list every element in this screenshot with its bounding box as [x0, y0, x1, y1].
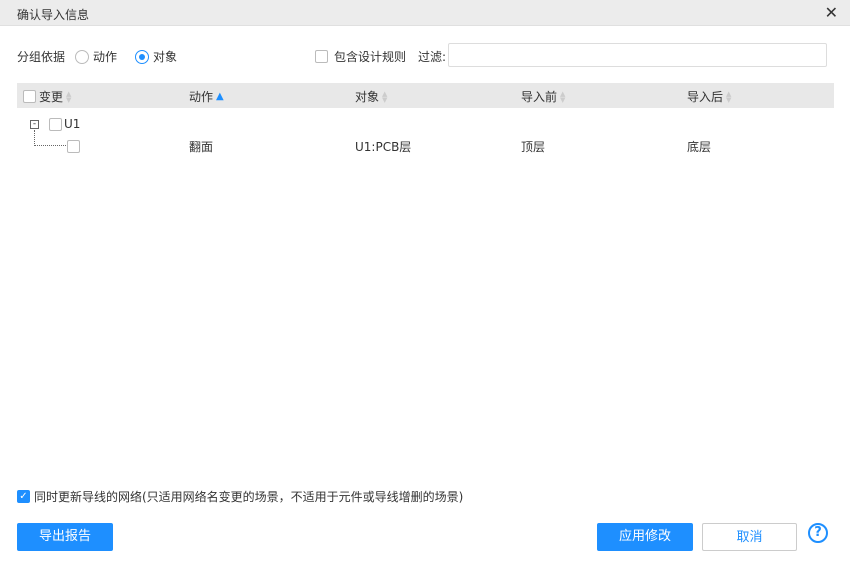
- sort-asc-icon[interactable]: ▲: [216, 91, 224, 101]
- group-checkbox[interactable]: [49, 118, 62, 131]
- sort-icon[interactable]: ▲ ▼: [726, 90, 731, 103]
- update-nets-label[interactable]: 同时更新导线的网络(只适用网络名变更的场景，不适用于元件或导线增删的场景): [34, 488, 463, 505]
- column-label: 变更: [39, 90, 64, 104]
- sort-icon[interactable]: ▲ ▼: [382, 90, 387, 103]
- close-icon[interactable]: ✕: [825, 3, 838, 22]
- column-label: 动作: [189, 90, 214, 104]
- radio-object[interactable]: [135, 49, 150, 64]
- sort-icon[interactable]: ▲ ▼: [66, 90, 71, 103]
- radio-object-label[interactable]: 对象: [153, 48, 177, 65]
- radio-action-label[interactable]: 动作: [93, 48, 117, 65]
- row-checkbox[interactable]: [67, 140, 80, 153]
- export-report-button[interactable]: 导出报告: [17, 523, 113, 551]
- column-label: 导入前: [521, 90, 558, 104]
- column-action[interactable]: 动作 ▲: [189, 88, 224, 105]
- update-nets: ✓ 同时更新导线的网络(只适用网络名变更的场景，不适用于元件或导线增删的场景): [17, 488, 463, 505]
- column-label: 对象: [355, 90, 380, 104]
- tree-connector: [34, 130, 66, 146]
- update-nets-checkbox[interactable]: ✓: [17, 490, 30, 503]
- column-before[interactable]: 导入前 ▲ ▼: [521, 88, 565, 105]
- column-label: 导入后: [687, 90, 724, 104]
- column-object[interactable]: 对象 ▲ ▼: [355, 88, 387, 105]
- column-change[interactable]: 变更 ▲ ▼: [23, 88, 71, 105]
- collapse-icon[interactable]: -: [30, 120, 39, 129]
- filter-label: 过滤:: [418, 50, 447, 64]
- column-after[interactable]: 导入后 ▲ ▼: [687, 88, 731, 105]
- table-header: 变更 ▲ ▼ 动作 ▲ 对象 ▲ ▼ 导入前 ▲ ▼ 导入后 ▲ ▼: [17, 83, 834, 108]
- include-rules-checkbox[interactable]: [315, 50, 328, 63]
- group-by: 分组依据 动作 对象: [17, 48, 177, 65]
- dialog-title: 确认导入信息: [17, 8, 90, 22]
- group-by-label: 分组依据: [17, 50, 66, 64]
- filter-input[interactable]: [448, 43, 827, 67]
- apply-button[interactable]: 应用修改: [597, 523, 693, 551]
- radio-action[interactable]: [75, 49, 90, 64]
- select-all-checkbox[interactable]: [23, 90, 36, 103]
- sort-icon[interactable]: ▲ ▼: [560, 90, 565, 103]
- cancel-button[interactable]: 取消: [702, 523, 797, 551]
- group-name: U1: [64, 117, 81, 131]
- row-object: U1:PCB层: [355, 140, 412, 154]
- row-before: 顶层: [521, 140, 546, 154]
- row-action: 翻面: [189, 140, 214, 154]
- title-bar: 确认导入信息 ✕: [0, 0, 850, 26]
- help-icon[interactable]: ?: [808, 523, 828, 543]
- include-rules: 包含设计规则 过滤:: [315, 48, 446, 65]
- include-rules-label[interactable]: 包含设计规则: [334, 48, 406, 65]
- row-after: 底层: [687, 140, 712, 154]
